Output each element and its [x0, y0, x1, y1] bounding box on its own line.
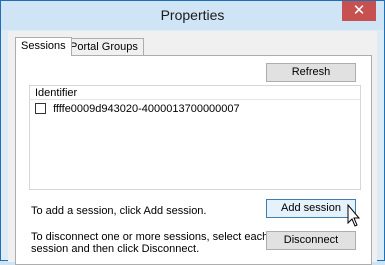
properties-window: Properties ✕ Sessions Portal Groups Refr… [0, 0, 385, 265]
disconnect-instructions-line2: session and then click Disconnect. [31, 243, 200, 255]
tab-portal-groups-label: Portal Groups [70, 41, 138, 53]
list-item[interactable]: ffffe0009d943020-4000013700000007 [35, 102, 240, 117]
refresh-button[interactable]: Refresh [266, 63, 356, 82]
close-icon[interactable]: ✕ [342, 1, 376, 21]
add-session-instructions: To add a session, click Add session. [31, 205, 207, 217]
mouse-pointer-icon [347, 204, 361, 227]
add-session-button[interactable]: Add session [266, 199, 356, 218]
tab-portal-groups[interactable]: Portal Groups [64, 38, 144, 55]
sessions-list[interactable]: Identifier ffffe0009d943020-400001370000… [29, 85, 361, 190]
session-identifier: ffffe0009d943020-4000013700000007 [53, 103, 240, 115]
tab-sessions-label: Sessions [21, 40, 66, 52]
window-title: Properties [160, 7, 225, 23]
dialog-client-area: Sessions Portal Groups Refresh Identifie… [8, 31, 377, 265]
session-checkbox[interactable] [35, 103, 46, 114]
disconnect-button[interactable]: Disconnect [266, 231, 356, 250]
identifier-column-header[interactable]: Identifier [30, 86, 360, 100]
title-bar[interactable]: Properties ✕ [1, 1, 384, 30]
tab-sessions[interactable]: Sessions [15, 37, 72, 56]
